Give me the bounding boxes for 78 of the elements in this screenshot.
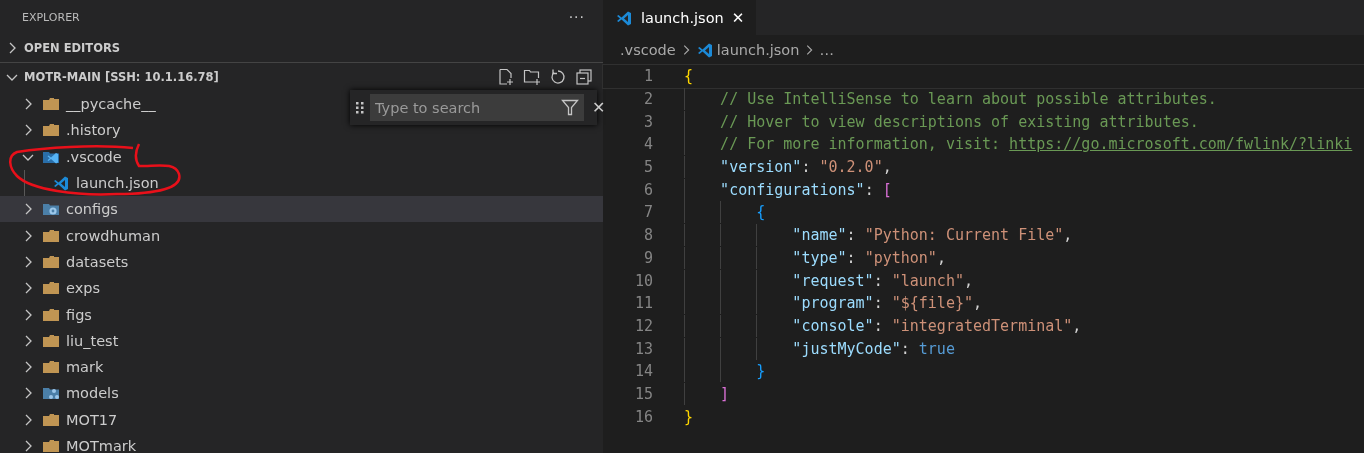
line-number: 6: [642, 180, 653, 199]
folder-icon: [42, 411, 60, 428]
refresh-icon[interactable]: [549, 68, 567, 86]
folder-icon: [42, 227, 60, 244]
tree-item[interactable]: crowdhuman: [0, 222, 167, 249]
code-line: "program": "${file}",: [684, 294, 983, 313]
line-number: 8: [642, 226, 653, 245]
code-logo-icon: [52, 175, 70, 192]
line-number: 10: [633, 271, 653, 290]
code-line: }: [684, 407, 694, 426]
tree-item[interactable]: MOTmark: [0, 432, 143, 453]
new-folder-icon[interactable]: [523, 68, 541, 86]
code-line: }: [684, 362, 766, 381]
line-number: 3: [642, 112, 653, 131]
line-number: 2: [642, 90, 653, 109]
line-number: 15: [633, 384, 653, 403]
tree-item[interactable]: MOT17: [0, 406, 124, 433]
code-link[interactable]: https://go.microsoft.com/fwlink/?linki: [1009, 135, 1353, 154]
new-file-icon[interactable]: [497, 68, 515, 86]
code-line: "version": "0.2.0",: [684, 158, 892, 177]
line-number: 7: [642, 203, 653, 222]
tree-item[interactable]: launch.json: [0, 169, 165, 197]
more-actions-button[interactable]: ···: [568, 9, 585, 25]
tree-item[interactable]: .history: [0, 117, 127, 144]
line-number: 11: [633, 294, 653, 313]
editor-tab[interactable]: launch.json ✕: [603, 0, 757, 35]
breadcrumb-item[interactable]: launch.json: [716, 41, 800, 58]
line-number: 16: [633, 407, 653, 426]
tree-item[interactable]: models: [0, 380, 125, 407]
code-logo-icon: [615, 9, 633, 26]
code-line: "request": "launch",: [684, 271, 973, 290]
code-line: "type": "python",: [684, 248, 946, 267]
close-tab-button[interactable]: ✕: [731, 8, 745, 27]
folder-with-nodes-icon: [42, 385, 60, 402]
section-header[interactable]: OPEN EDITORS: [0, 34, 603, 63]
code-line: {: [684, 203, 766, 222]
search-field[interactable]: Type to search: [370, 94, 556, 121]
code-line: // Use IntelliSense to learn about possible attributes.: [684, 90, 1217, 109]
tree-item[interactable]: mark: [0, 353, 110, 381]
tree-item[interactable]: configs: [0, 196, 603, 223]
line-number: 13: [633, 339, 653, 358]
tree-item[interactable]: datasets: [0, 248, 135, 276]
close-button[interactable]: ✕: [590, 98, 608, 117]
folder-icon: [42, 96, 60, 113]
line-number: 14: [633, 362, 653, 381]
filter-icon[interactable]: [556, 94, 584, 121]
collapse-all-icon[interactable]: [575, 68, 593, 86]
tree-item[interactable]: figs: [0, 301, 98, 328]
line-number: 12: [633, 316, 653, 335]
code-line: // Hover to view descriptions of existing attributes.: [684, 112, 1199, 131]
code-line: "justMyCode": true: [684, 339, 955, 358]
tree-item[interactable]: liu_test: [0, 327, 125, 354]
line-number: 9: [642, 248, 653, 267]
drag-handle-icon[interactable]: [356, 101, 364, 114]
code-line: "name": "Python: Current File",: [684, 226, 1073, 245]
folder-icon: [42, 280, 60, 297]
breadcrumb-item[interactable]: .vscode: [620, 41, 676, 58]
folder-icon: [42, 332, 60, 349]
tree-item[interactable]: exps: [0, 275, 106, 302]
folder-icon: [42, 438, 60, 453]
tree-item[interactable]: __pycache__: [0, 91, 162, 118]
folder-icon: [42, 122, 60, 139]
code-line: ]: [684, 384, 730, 403]
tree-item[interactable]: .vscode: [0, 143, 128, 170]
breadcrumb-item[interactable]: …: [819, 41, 834, 58]
code-line: // For more information, visit: https://go.microsoft.com/fwlink/?linki: [684, 135, 1353, 154]
code-line: {: [684, 67, 694, 86]
line-number: 5: [642, 158, 653, 177]
folder-with-gear-icon: [42, 201, 60, 218]
folder-icon: [42, 359, 60, 376]
panel-title: EXPLORER: [22, 10, 80, 24]
code-line: "console": "integratedTerminal",: [684, 316, 1082, 335]
folder-icon: [42, 253, 60, 270]
section-header[interactable]: MOTR-MAIN [SSH: 10.1.16.78]: [0, 63, 603, 91]
line-number: 1: [642, 67, 653, 86]
line-number: 4: [642, 135, 653, 154]
folder-icon: [42, 306, 60, 323]
code-line: "configurations": [: [684, 180, 892, 199]
